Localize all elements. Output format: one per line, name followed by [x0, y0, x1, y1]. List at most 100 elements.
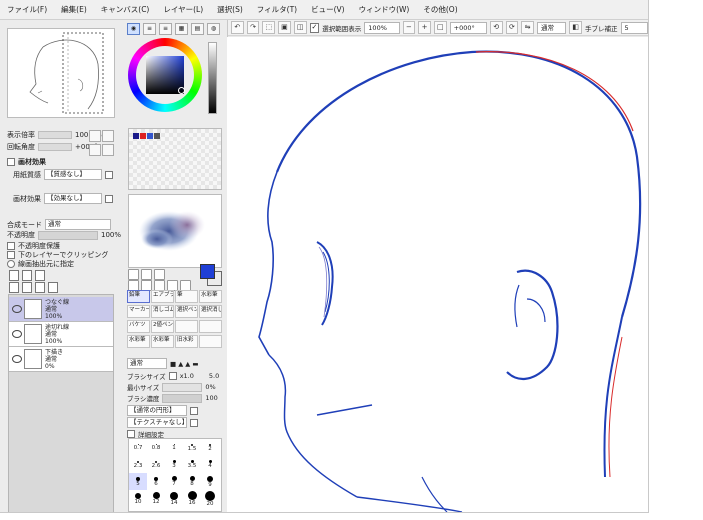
effect-select[interactable]: 【効果なし】: [44, 193, 102, 204]
drawing-canvas[interactable]: [227, 37, 648, 512]
brush-texture-dropdown-icon[interactable]: [190, 418, 198, 427]
brush-watercolor[interactable]: 水彩筆: [199, 290, 222, 303]
size-cell[interactable]: 16: [183, 490, 201, 507]
value-slider[interactable]: [208, 42, 217, 114]
invert-selection-icon[interactable]: ▣: [278, 21, 291, 34]
brush-size-checkbox[interactable]: [168, 372, 177, 380]
deselect-icon[interactable]: ⬚: [262, 21, 276, 34]
size-cell[interactable]: 1: [165, 439, 183, 456]
size-cell[interactable]: 20: [201, 490, 219, 507]
size-cell[interactable]: 8: [183, 473, 201, 490]
angle-slider[interactable]: [38, 143, 72, 151]
size-cell[interactable]: 10: [129, 490, 147, 507]
fg-color-icon[interactable]: [200, 264, 215, 279]
menu-canvas[interactable]: キャンバス(C): [94, 4, 157, 15]
menu-edit[interactable]: 編集(E): [54, 4, 94, 15]
selection-visible-icon[interactable]: ◫: [293, 21, 307, 34]
magic-wand-icon[interactable]: [154, 269, 165, 280]
lineart-source-checkbox[interactable]: [7, 260, 15, 268]
size-cell[interactable]: 3: [165, 456, 183, 473]
eye-icon[interactable]: [12, 355, 22, 363]
delete-layer-icon[interactable]: [48, 282, 58, 293]
brush-slot[interactable]: [175, 320, 198, 333]
menu-window[interactable]: ウィンドウ(W): [352, 4, 417, 15]
density-slider[interactable]: [162, 393, 203, 403]
copy-layer-icon[interactable]: [9, 282, 19, 293]
brush-binary-pen[interactable]: 2値ペン: [151, 320, 174, 333]
detail-collapse-icon[interactable]: [127, 430, 135, 438]
nav-rotate-icon[interactable]: [89, 144, 101, 156]
rotation-field[interactable]: +000°: [449, 21, 487, 34]
brush-marker[interactable]: マーカー: [127, 305, 150, 318]
swatch-grid[interactable]: [128, 128, 222, 190]
swatch[interactable]: [147, 133, 153, 139]
nav-zoom-out-icon[interactable]: [102, 130, 114, 142]
brush-brush[interactable]: 筆: [175, 290, 198, 303]
min-size-slider[interactable]: [162, 382, 203, 392]
clipping-checkbox[interactable]: [7, 251, 15, 259]
size-cell[interactable]: 1.5: [183, 439, 201, 456]
menu-select[interactable]: 選択(S): [210, 4, 250, 15]
selection-display-checkbox[interactable]: ✓: [309, 22, 320, 33]
size-cell[interactable]: 0.8: [147, 439, 165, 456]
blend-mode-select[interactable]: 通常: [536, 21, 567, 34]
brush-watercolor-3[interactable]: 水彩筆: [151, 335, 174, 348]
redo-icon[interactable]: ↷: [246, 21, 260, 34]
eye-icon[interactable]: [12, 330, 22, 338]
brush-shape-icons[interactable]: ■ ▲ ▲ ▬: [170, 360, 198, 368]
size-cell[interactable]: 3.5: [183, 456, 201, 473]
size-cell[interactable]: 6: [147, 473, 165, 490]
zoom-in-icon[interactable]: +: [418, 21, 431, 34]
new-layer-icon[interactable]: [9, 270, 19, 281]
brush-slot[interactable]: [199, 335, 222, 348]
brush-shape-select[interactable]: 【通常の円形】: [127, 405, 187, 416]
brush-bucket[interactable]: バケツ: [127, 320, 150, 333]
color-wheel[interactable]: [128, 38, 202, 112]
size-cell[interactable]: 12: [147, 490, 165, 507]
rotate-right-icon[interactable]: ⟳: [505, 21, 519, 34]
brush-texture-select[interactable]: 【テクスチャなし】: [127, 417, 188, 428]
scratchpad-tab[interactable]: ▤: [191, 23, 204, 35]
zoom-slider[interactable]: [38, 131, 72, 139]
new-linework-layer-icon[interactable]: [22, 270, 32, 281]
menu-filter[interactable]: フィルタ(T): [250, 4, 304, 15]
zoom-reset-icon[interactable]: □: [433, 21, 447, 34]
texture-select[interactable]: 【質感なし】: [44, 169, 102, 180]
layer-item[interactable]: 途切れ線 通常 100%: [9, 322, 113, 347]
merge-layer-icon[interactable]: [22, 282, 32, 293]
brush-shape-dropdown-icon[interactable]: [190, 406, 198, 415]
undo-icon[interactable]: ↶: [231, 21, 244, 34]
zoom-field[interactable]: 100%: [364, 21, 400, 34]
swatch[interactable]: [140, 133, 146, 139]
new-folder-icon[interactable]: [35, 270, 45, 281]
brush-airbrush[interactable]: エアブラシ: [151, 290, 174, 303]
effect-dropdown-icon[interactable]: [105, 194, 113, 203]
swatch[interactable]: [133, 133, 139, 139]
brush-select-eraser[interactable]: 選択消し: [199, 305, 222, 318]
brush-watercolor-2[interactable]: 水彩筆: [127, 335, 150, 348]
menu-file[interactable]: ファイル(F): [0, 4, 54, 15]
select-rect-icon[interactable]: [128, 269, 139, 280]
brush-slot[interactable]: [199, 320, 222, 333]
brush-size-mult[interactable]: x1.0: [180, 372, 194, 380]
size-cell[interactable]: 9: [201, 473, 219, 490]
hsv-slider-tab[interactable]: ≡: [159, 23, 172, 35]
layer-item[interactable]: 下描き 通常 0%: [9, 347, 113, 372]
clear-layer-icon[interactable]: [35, 282, 45, 293]
mode-toggle-icon[interactable]: ◧: [569, 21, 583, 34]
color-picker-cursor-icon[interactable]: [178, 87, 185, 94]
swatch[interactable]: [154, 133, 160, 139]
brush-pencil[interactable]: 鉛筆: [127, 290, 150, 303]
size-cell-selected[interactable]: 5: [129, 473, 147, 490]
brush-eraser[interactable]: 消しゴム: [151, 305, 174, 318]
brush-select-pen[interactable]: 選択ペン: [175, 305, 198, 318]
protect-opacity-checkbox[interactable]: [7, 242, 15, 250]
palette-tab[interactable]: ◍: [207, 23, 220, 35]
color-wheel-tab[interactable]: ◉: [127, 23, 140, 35]
menu-others[interactable]: その他(O): [416, 4, 464, 15]
size-cell[interactable]: 2: [201, 439, 219, 456]
nav-zoom-in-icon[interactable]: [89, 130, 101, 142]
paper-collapse-icon[interactable]: [7, 158, 15, 166]
eye-icon[interactable]: [12, 305, 22, 313]
lasso-icon[interactable]: [141, 269, 152, 280]
